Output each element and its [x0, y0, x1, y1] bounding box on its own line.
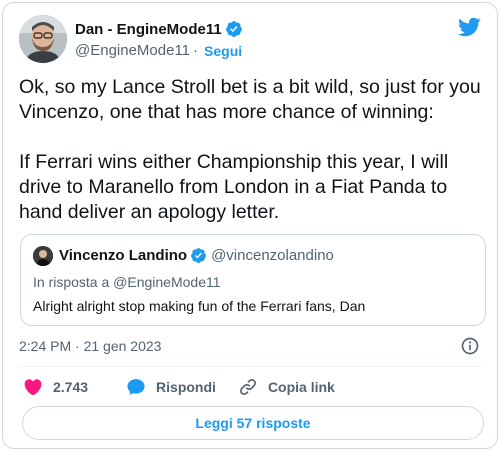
tweet-timestamp[interactable]: 2:24 PM · 21 gen 2023 — [19, 338, 161, 354]
separator-dot: · — [193, 42, 199, 59]
like-count: 2.743 — [53, 379, 89, 395]
quote-author-name: Vincenzo Landino — [59, 247, 188, 264]
quote-author-handle: @vincenzolandino — [211, 247, 334, 264]
tweet-card: Dan - EngineMode11 @EngineMode11 · Segui… — [2, 2, 498, 449]
author-handle[interactable]: @EngineMode11 — [75, 42, 190, 59]
twitter-bird-icon[interactable] — [457, 15, 481, 39]
quote-author-avatar[interactable] — [33, 246, 53, 266]
quote-text: Alright alright stop making fun of the F… — [33, 298, 366, 314]
heart-icon — [24, 379, 42, 396]
follow-button[interactable]: Segui — [204, 43, 242, 59]
info-icon[interactable] — [460, 336, 480, 356]
quote-author-row: Vincenzo Landino @vincenzolandino — [59, 247, 334, 264]
tweet-text: Ok, so my Lance Stroll bet is a bit wild… — [19, 76, 481, 223]
copy-link-button[interactable]: Copia link — [238, 377, 335, 397]
link-icon — [239, 378, 256, 396]
author-display-name[interactable]: Dan - EngineMode11 — [75, 21, 222, 38]
author-name-row: Dan - EngineMode11 — [75, 20, 243, 38]
verified-badge-icon — [225, 21, 242, 37]
quote-reply-context: In risposta a @EngineMode11 — [33, 274, 221, 290]
reply-button[interactable]: Rispondi — [126, 377, 216, 397]
action-bar: 2.743 Rispondi Copia link — [23, 376, 335, 398]
verified-badge-icon — [191, 248, 207, 263]
reply-label: Rispondi — [156, 379, 216, 395]
author-avatar[interactable] — [19, 15, 67, 63]
author-handle-row: @EngineMode11 · Segui — [75, 42, 242, 59]
like-button[interactable]: 2.743 — [23, 377, 88, 397]
reply-bubble-icon — [127, 379, 145, 395]
quoted-tweet[interactable]: Vincenzo Landino @vincenzolandino In ris… — [20, 234, 486, 326]
read-replies-button[interactable]: Leggi 57 risposte — [22, 406, 484, 440]
tweet-header: Dan - EngineMode11 @EngineMode11 · Segui — [19, 15, 481, 65]
divider — [19, 366, 481, 367]
copy-link-label: Copia link — [267, 379, 335, 395]
